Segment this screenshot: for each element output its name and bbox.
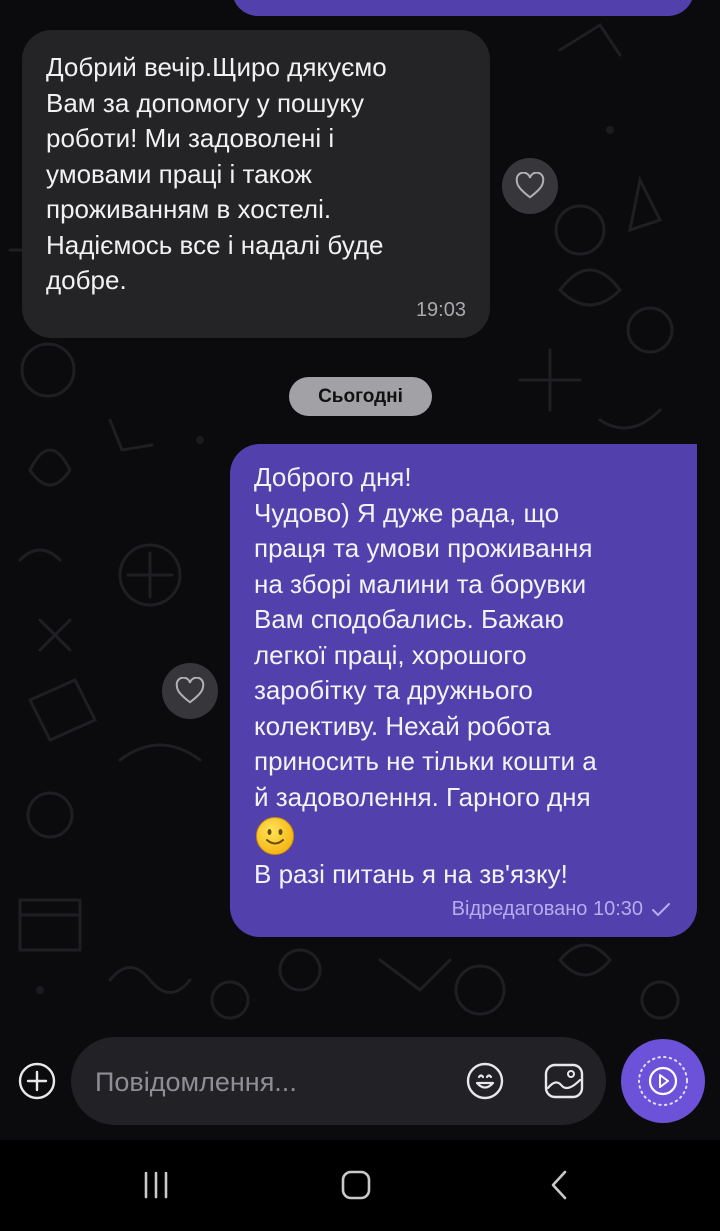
incoming-react-button[interactable] [502, 158, 558, 214]
emoji-button[interactable] [463, 1059, 507, 1103]
emoji-line [254, 815, 675, 857]
message-composer[interactable] [71, 1037, 606, 1125]
gallery-button[interactable] [542, 1059, 586, 1103]
previous-outgoing-bubble[interactable] [232, 0, 694, 16]
heart-outline-icon [175, 677, 205, 704]
send-button[interactable] [621, 1039, 705, 1123]
plus-circle-icon [18, 1062, 56, 1100]
back-icon [551, 1170, 567, 1200]
home-icon [341, 1170, 371, 1200]
message-status: Відредаговано 10:30 [452, 898, 671, 921]
date-separator: Сьогодні [289, 377, 432, 416]
recent-apps-button[interactable] [126, 1160, 186, 1210]
incoming-message-bubble[interactable]: Добрий вечір.Щиро дякуємо Вам за допомог… [22, 30, 490, 338]
check-icon [652, 902, 670, 916]
back-button[interactable] [529, 1160, 589, 1210]
message-input[interactable] [93, 1055, 447, 1109]
edited-time-label: Відредаговано 10:30 [451, 898, 643, 920]
heart-outline-icon [515, 172, 545, 199]
system-navigation-bar [0, 1140, 720, 1231]
incoming-message-time: 19:03 [415, 299, 466, 321]
outgoing-react-button[interactable] [162, 663, 218, 719]
outgoing-message-bubble[interactable]: Доброго дня! Чудово) Я дуже рада, що пра… [230, 444, 697, 937]
home-button[interactable] [326, 1160, 386, 1210]
smiley-icon [466, 1062, 504, 1100]
slightly-smiling-face-emoji [256, 817, 294, 855]
incoming-message-text: Добрий вечір.Щиро дякуємо Вам за допомог… [46, 52, 387, 295]
attach-button[interactable] [17, 1061, 57, 1101]
recent-apps-icon [144, 1171, 168, 1199]
send-play-icon [638, 1056, 688, 1106]
outgoing-message-text: Доброго дня! Чудово) Я дуже рада, що пра… [254, 462, 597, 812]
image-icon [544, 1063, 584, 1099]
outgoing-message-text-end: В разі питань я на зв'язку! [254, 859, 568, 889]
